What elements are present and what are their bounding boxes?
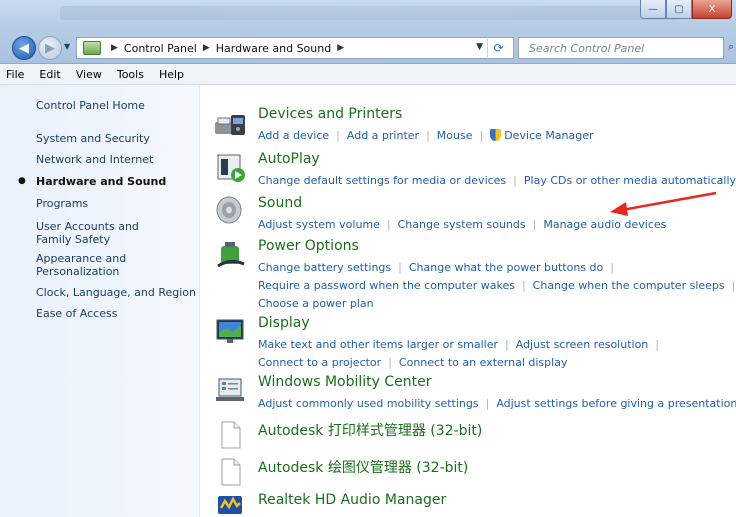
- back-button[interactable]: ◀: [12, 36, 36, 60]
- link-separator: |: [426, 129, 430, 142]
- close-button[interactable]: X: [692, 0, 732, 19]
- require-password-on-wake-link[interactable]: Require a password when the computer wak…: [258, 279, 515, 292]
- link-separator: |: [485, 397, 490, 410]
- change-power-buttons-link[interactable]: Change what the power buttons do: [409, 261, 603, 274]
- shield-icon: [490, 129, 502, 141]
- realtek-audio-icon: [218, 496, 242, 514]
- sound-title[interactable]: Sound: [258, 195, 302, 211]
- link-separator: |: [479, 129, 484, 142]
- red-annotation-arrow: [610, 191, 717, 216]
- link-separator: |: [386, 218, 391, 231]
- menu-help[interactable]: Help: [159, 68, 184, 81]
- play-cds-link[interactable]: Play CDs or other media automatically: [524, 174, 736, 187]
- connect-external-display-link[interactable]: Connect to an external display: [399, 356, 568, 369]
- mobility-center-icon: [216, 378, 244, 401]
- devices-and-printers-title[interactable]: Devices and Printers: [258, 106, 402, 122]
- breadcrumb-arrow-icon[interactable]: ▶: [203, 43, 210, 53]
- change-system-sounds-link[interactable]: Change system sounds: [398, 218, 526, 231]
- active-bullet-icon: ●: [18, 176, 26, 186]
- link-separator: |: [521, 279, 526, 292]
- realtek-title[interactable]: Realtek HD Audio Manager: [258, 492, 446, 508]
- minimize-button[interactable]: —: [640, 0, 666, 19]
- blank-document-icon: [221, 458, 241, 486]
- change-default-settings-link[interactable]: Change default settings for media or dev…: [258, 174, 506, 187]
- sidebar-item-system-and-security[interactable]: System and Security: [36, 132, 196, 145]
- adjust-presentation-settings-link[interactable]: Adjust settings before giving a presenta…: [496, 397, 736, 410]
- add-a-device-link[interactable]: Add a device: [258, 129, 329, 142]
- change-battery-settings-link[interactable]: Change battery settings: [258, 261, 391, 274]
- blank-document-icon: [221, 421, 241, 449]
- search-input[interactable]: Search Control Panel: [518, 37, 724, 59]
- address-bar[interactable]: ▶ Control Panel ▶ Hardware and Sound ▶ ▼…: [76, 37, 514, 59]
- refresh-icon[interactable]: ⟳: [487, 39, 509, 57]
- blurred-window-title: [60, 6, 680, 20]
- mobility-center-title[interactable]: Windows Mobility Center: [258, 374, 432, 390]
- speaker-icon: [216, 196, 242, 224]
- change-sleep-time-link[interactable]: Change when the computer sleeps: [533, 279, 725, 292]
- autoplay-icon: [217, 154, 245, 182]
- menu-view[interactable]: View: [76, 68, 102, 81]
- make-text-larger-link[interactable]: Make text and other items larger or smal…: [258, 338, 498, 351]
- link-separator: |: [398, 261, 402, 274]
- autodesk-print-style-title[interactable]: Autodesk 打印样式管理器 (32-bit): [258, 420, 482, 440]
- sidebar-item-appearance[interactable]: Appearance and Personalization: [36, 252, 146, 278]
- display-links: Make text and other items larger or smal…: [258, 336, 666, 372]
- search-icon[interactable]: ⌕: [728, 40, 734, 54]
- link-separator: |: [388, 356, 392, 369]
- sidebar-item-clock-language-region[interactable]: Clock, Language, and Region: [36, 286, 196, 299]
- adjust-mobility-settings-link[interactable]: Adjust commonly used mobility settings: [258, 397, 479, 410]
- sidebar-item-user-accounts[interactable]: User Accounts and Family Safety: [36, 220, 176, 246]
- breadcrumb-arrow-icon[interactable]: ▶: [111, 43, 118, 53]
- choose-power-plan-link[interactable]: Choose a power plan: [258, 297, 374, 310]
- maximize-button[interactable]: ▢: [666, 0, 692, 19]
- sidebar-item-hardware-and-sound[interactable]: Hardware and Sound: [36, 175, 196, 188]
- sidebar-item-ease-of-access[interactable]: Ease of Access: [36, 307, 196, 320]
- menu-file[interactable]: File: [6, 68, 24, 81]
- mobility-center-links: Adjust commonly used mobility settings | A…: [258, 395, 736, 413]
- menu-tools[interactable]: Tools: [117, 68, 144, 81]
- power-options-title[interactable]: Power Options: [258, 238, 359, 254]
- autoplay-links: Change default settings for media or dev…: [258, 172, 736, 190]
- link-separator: |: [513, 174, 517, 187]
- link-separator: |: [655, 338, 659, 351]
- devices-and-printers-links: Add a device | Add a printer | Mouse | Device …: [258, 127, 594, 145]
- menu-edit[interactable]: Edit: [39, 68, 60, 81]
- power-options-links: Change battery settings | Change what the …: [258, 259, 736, 313]
- sidebar-item-control-panel-home[interactable]: Control Panel Home: [36, 99, 196, 112]
- adjust-screen-resolution-link[interactable]: Adjust screen resolution: [516, 338, 649, 351]
- link-separator: |: [336, 129, 340, 142]
- autoplay-title[interactable]: AutoPlay: [258, 151, 320, 167]
- power-options-icon: [217, 242, 245, 268]
- sidebar-item-network-and-internet[interactable]: Network and Internet: [36, 153, 196, 166]
- recent-pages-dropdown-icon[interactable]: ▼: [64, 42, 70, 51]
- sidebar-item-programs[interactable]: Programs: [36, 197, 196, 210]
- adjust-system-volume-link[interactable]: Adjust system volume: [258, 218, 380, 231]
- link-separator: |: [505, 338, 509, 351]
- address-dropdown-icon[interactable]: ▼: [476, 42, 483, 52]
- menu-bar: File Edit View Tools Help: [0, 64, 736, 85]
- autodesk-plotter-title[interactable]: Autodesk 绘图仪管理器 (32-bit): [258, 457, 468, 477]
- link-separator: |: [610, 261, 614, 274]
- window-controls: — ▢ X: [640, 0, 732, 20]
- mouse-link[interactable]: Mouse: [437, 129, 473, 142]
- breadcrumb-control-panel[interactable]: Control Panel: [124, 42, 197, 55]
- device-manager-link[interactable]: Device Manager: [504, 129, 593, 142]
- control-panel-icon: [83, 41, 101, 55]
- add-a-printer-link[interactable]: Add a printer: [347, 129, 419, 142]
- forward-button[interactable]: ▶: [38, 36, 62, 60]
- connect-to-projector-link[interactable]: Connect to a projector: [258, 356, 381, 369]
- display-monitor-icon: [216, 319, 244, 343]
- breadcrumb-hardware-and-sound[interactable]: Hardware and Sound: [216, 42, 331, 55]
- display-title[interactable]: Display: [258, 315, 310, 331]
- link-separator: |: [532, 218, 537, 231]
- link-separator: |: [731, 279, 736, 292]
- sidebar: Control Panel Home System and Security N…: [0, 85, 200, 517]
- devices-and-printers-icon: [215, 115, 245, 135]
- breadcrumb-arrow-icon[interactable]: ▶: [337, 43, 344, 53]
